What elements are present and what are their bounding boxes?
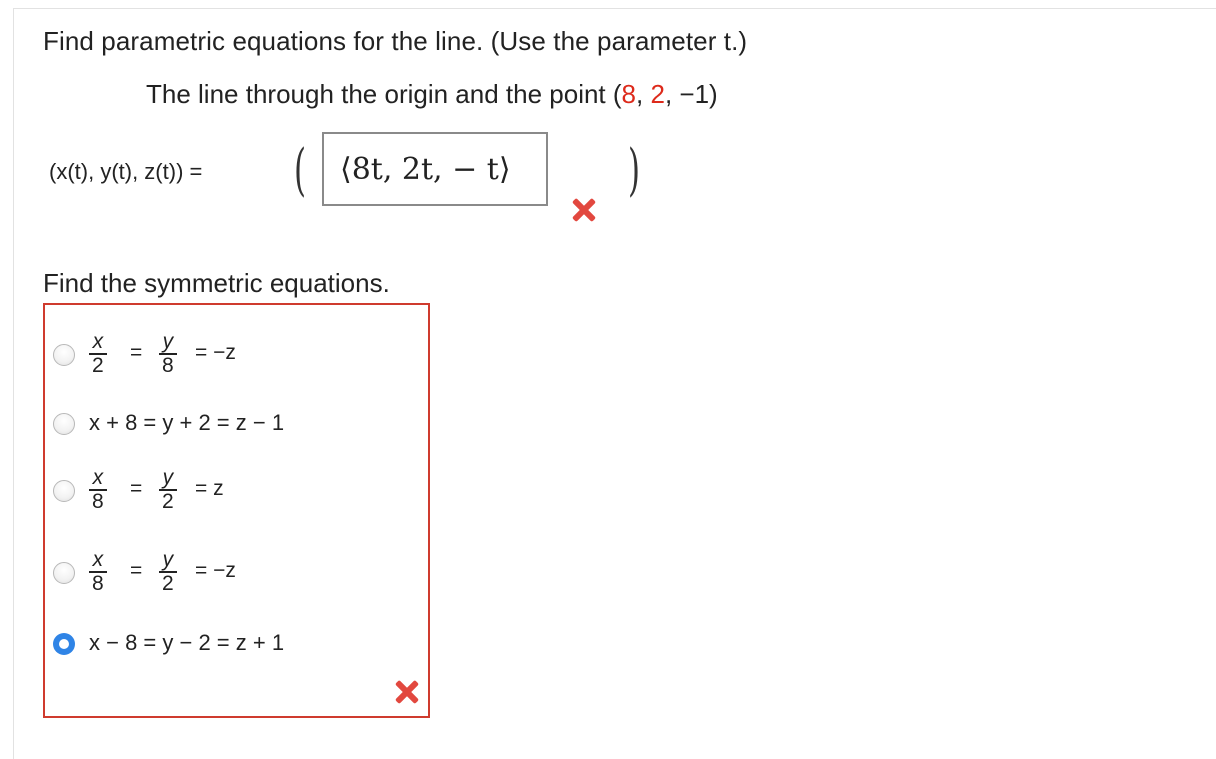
fraction: y 2 xyxy=(159,467,177,513)
option-4[interactable]: x 8 = y 2 = −z xyxy=(45,545,425,605)
question-instruction: Find parametric equations for the line. … xyxy=(43,26,748,56)
option-text: x − 8 = y − 2 = z + 1 xyxy=(89,630,285,655)
numerator: x xyxy=(92,548,104,571)
line-description-suffix: ) xyxy=(709,79,718,109)
line-description: The line through the origin and the poin… xyxy=(146,79,718,110)
denominator: 2 xyxy=(92,353,104,377)
line-description-prefix: The line through the origin and the poin… xyxy=(146,79,622,109)
numerator: y xyxy=(162,548,174,571)
point-z: −1 xyxy=(679,79,710,109)
fraction: x 8 xyxy=(89,467,107,513)
option-5[interactable]: x − 8 = y − 2 = z + 1 xyxy=(45,627,425,687)
comma: , xyxy=(664,79,680,109)
equals-sign: = xyxy=(130,477,143,500)
symmetric-options-group: x 2 = y 8 = −z x + 8 = y + 2 = z − 1 x 8… xyxy=(43,303,430,718)
radio-button[interactable] xyxy=(53,344,75,366)
point-y: 2 xyxy=(650,79,665,109)
numerator: y xyxy=(162,466,174,489)
option-3[interactable]: x 8 = y 2 = z xyxy=(45,463,425,523)
fraction: x 2 xyxy=(89,331,107,377)
x-mark-icon xyxy=(393,678,421,706)
denominator: 8 xyxy=(92,489,104,513)
x-mark-icon xyxy=(570,196,598,224)
denominator: 8 xyxy=(92,571,104,595)
radio-button[interactable] xyxy=(53,480,75,502)
denominator: 2 xyxy=(162,571,174,595)
numerator: x xyxy=(92,330,104,353)
parametric-answer-input[interactable]: ⟨8t, 2t, − t⟩ xyxy=(322,132,548,206)
numerator: x xyxy=(92,466,104,489)
option-rhs: = z xyxy=(195,477,224,500)
radio-button-selected[interactable] xyxy=(53,633,75,655)
option-text: x + 8 = y + 2 = z − 1 xyxy=(89,410,285,435)
right-paren: ) xyxy=(628,138,641,203)
radio-button[interactable] xyxy=(53,413,75,435)
denominator: 8 xyxy=(162,353,174,377)
fraction: y 2 xyxy=(159,549,177,595)
left-paren: ( xyxy=(294,138,307,203)
symmetric-title: Find the symmetric equations. xyxy=(43,268,390,298)
option-2[interactable]: x + 8 = y + 2 = z − 1 xyxy=(45,407,425,467)
numerator: y xyxy=(162,330,174,353)
fraction: y 8 xyxy=(159,331,177,377)
point-x: 8 xyxy=(621,79,637,109)
option-1[interactable]: x 2 = y 8 = −z xyxy=(45,327,425,387)
denominator: 2 xyxy=(162,489,174,513)
option-rhs: = −z xyxy=(195,559,236,582)
radio-button[interactable] xyxy=(53,562,75,584)
equals-sign: = xyxy=(130,559,143,582)
option-rhs: = −z xyxy=(195,341,236,364)
fraction: x 8 xyxy=(89,549,107,595)
comma: , xyxy=(636,79,651,109)
equals-sign: = xyxy=(130,341,143,364)
parametric-label: (x(t), y(t), z(t)) = xyxy=(49,159,203,184)
